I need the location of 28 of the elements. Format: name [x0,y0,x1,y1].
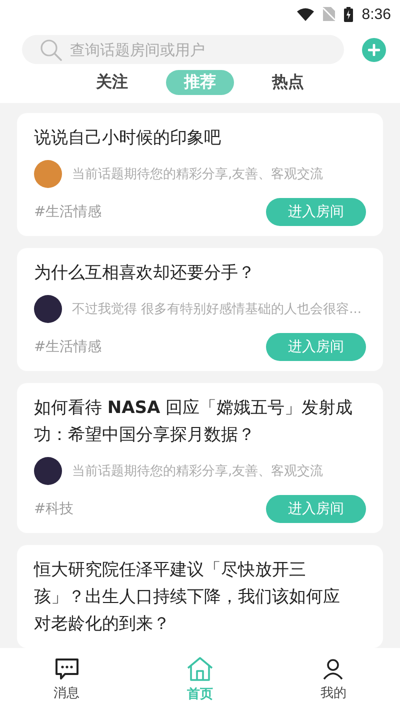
topic-snippet: 当前话题期待您的精彩分享,友善、客观交流 [72,463,324,480]
tab[interactable]: 热点 [254,70,322,95]
topic-tag: #科技 [34,500,74,518]
topic-title: 恒大研究院任泽平建议「尽快放开三孩」？出生人口持续下降，我们该如何应对老龄化的到来？ [34,559,341,636]
topic-card[interactable]: 说说自己小时候的印象吧 当前话题期待您的精彩分享,友善、客观交流 #生活情感 进入房间 [17,113,383,236]
search-field[interactable]: 查询话题房间或用户 [22,35,344,64]
topic-title: 为什么互相喜欢却还要分手？ [34,262,256,285]
topic-card[interactable]: 如何看待 NASA 回应「嫦娥五号」发射成功：希望中国分享探月数据？ 当前话题期待您的精彩分享,友善、客观交流 #科技 进入房间 [17,383,383,533]
battery-icon [344,6,353,22]
plus-icon [368,44,380,56]
tab[interactable]: 关注 [78,70,146,95]
topic-title: 如何看待 NASA 回应「嫦娥五号」发射成功：希望中国分享探月数据？ [34,397,354,447]
topic-tag: #生活情感 [34,203,102,221]
nav-tab[interactable]: 消息 [22,658,112,702]
chat-icon [54,658,79,680]
topic-card[interactable]: 为什么互相喜欢却还要分手？ 不过我觉得 很多有特别好感情基础的人也会很容... #生活情感 进入房间 [17,248,383,371]
nav-tab[interactable]: 我的 [288,658,378,702]
no-sim-icon [322,7,335,21]
topic-card[interactable]: 恒大研究院任泽平建议「尽快放开三孩」？出生人口持续下降，我们该如何应对老龄化的到来？ [17,545,383,648]
topic-snippet: 当前话题期待您的精彩分享,友善、客观交流 [72,166,324,183]
status-time: 8:36 [362,6,391,22]
topic-title: 说说自己小时候的印象吧 [34,127,222,150]
topic-snippet: 不过我觉得 很多有特别好感情基础的人也会很容... [72,301,362,318]
add-button[interactable] [362,38,386,62]
wifi-icon [296,8,314,20]
person-icon [322,658,344,680]
topic-tag: #生活情感 [34,338,102,356]
home-icon [186,656,213,680]
